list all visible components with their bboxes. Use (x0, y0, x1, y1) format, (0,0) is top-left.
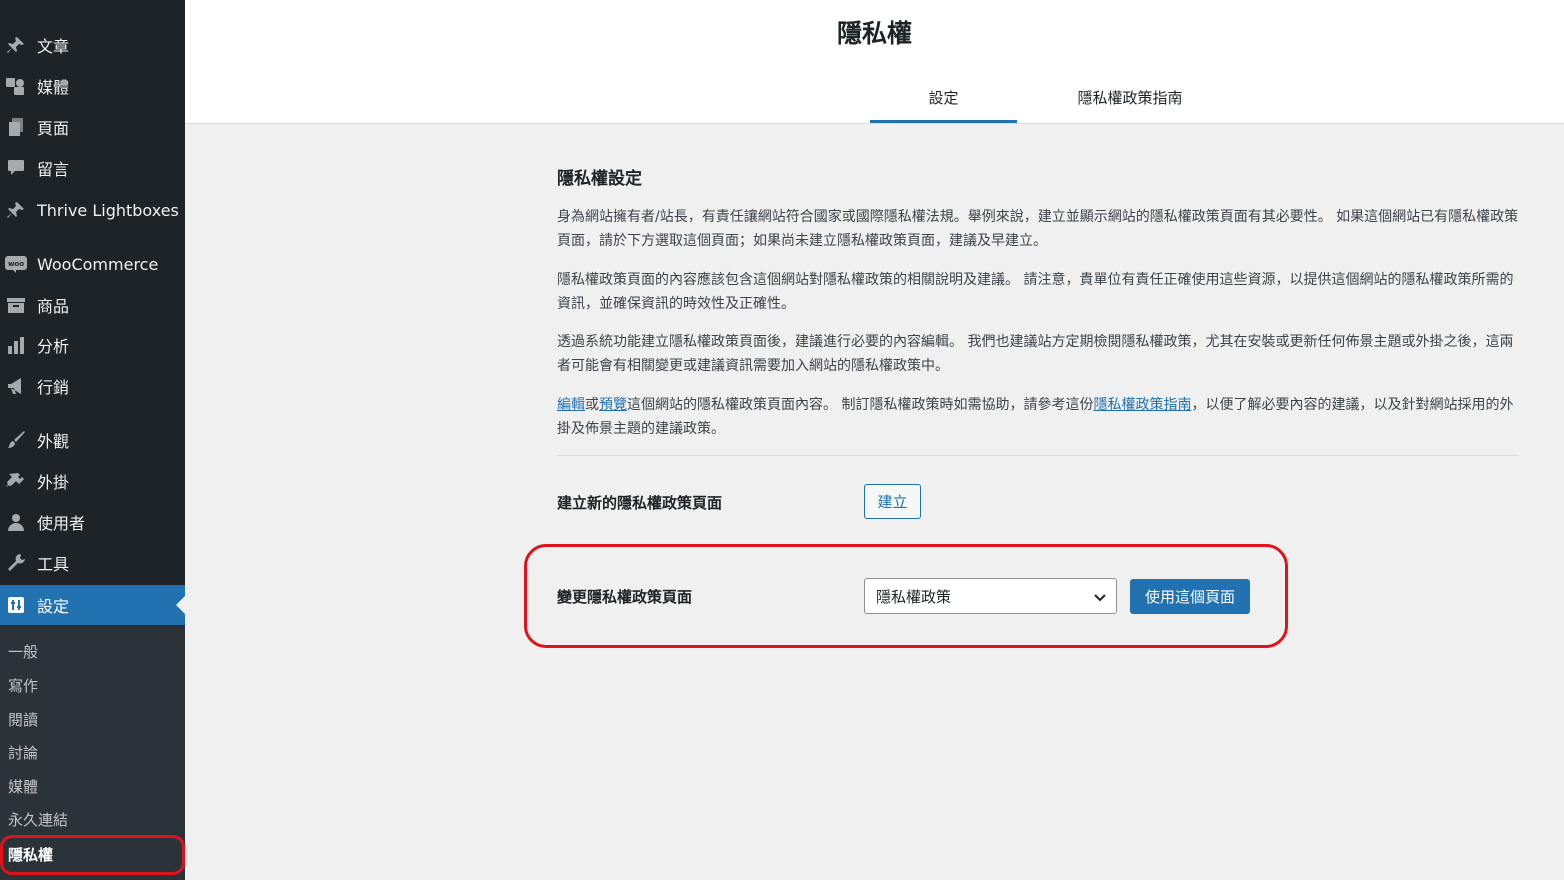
submenu-item-media[interactable]: 媒體 (0, 771, 185, 801)
megaphone-icon (3, 375, 29, 397)
create-policy-label: 建立新的隱私權政策頁面 (557, 494, 723, 512)
or-text: 或 (585, 397, 599, 413)
menu-item-woocommerce[interactable]: woo WooCommerce (0, 244, 185, 284)
menu-item-appearance[interactable]: 外觀 (0, 420, 185, 460)
comment-icon (3, 157, 29, 179)
menu-label: 留言 (37, 160, 70, 179)
menu-label: 分析 (37, 337, 70, 356)
preview-link[interactable]: 預覽 (599, 397, 627, 413)
menu-label: 商品 (37, 297, 70, 316)
menu-label: 使用者 (37, 514, 86, 533)
admin-sidebar: 文章 媒體 頁面 留言 Thrive Lightboxes woo WooCom… (0, 0, 185, 880)
change-policy-label: 變更隱私權政策頁面 (557, 588, 693, 606)
svg-text:woo: woo (8, 260, 24, 268)
submenu-item-discussion[interactable]: 討論 (0, 737, 185, 767)
menu-label: Thrive Lightboxes (37, 200, 179, 220)
page-icon (3, 116, 29, 138)
plugin-icon (3, 470, 29, 492)
intro-paragraph: 身為網站擁有者/站長，有責任讓網站符合國家或國際隱私權法規。舉例來說，建立並顯示… (557, 209, 1519, 249)
menu-item-posts[interactable]: 文章 (0, 25, 185, 65)
menu-label: 文章 (37, 37, 70, 56)
settings-icon (3, 594, 29, 616)
create-button[interactable]: 建立 (864, 484, 921, 519)
divider (557, 455, 1519, 456)
menu-label: 設定 (37, 597, 70, 616)
use-this-page-button[interactable]: 使用這個頁面 (1130, 579, 1250, 614)
section-title: 隱私權設定 (557, 169, 642, 189)
menu-item-analytics[interactable]: 分析 (0, 325, 185, 365)
woocommerce-icon: woo (3, 253, 29, 275)
links-paragraph: 編輯或預覽這個網站的隱私權政策頁面內容。 制訂隱私權政策時如需協助，請參考這份隱… (557, 393, 1519, 441)
pushpin-icon (3, 34, 29, 56)
user-icon (3, 511, 29, 533)
bar-chart-icon (3, 334, 29, 356)
media-icon (3, 75, 29, 97)
menu-item-pages[interactable]: 頁面 (0, 107, 185, 147)
page-header: 隱私權 設定 隱私權政策指南 (185, 0, 1564, 124)
policy-page-select[interactable]: 隱私權政策 (864, 578, 1117, 614)
menu-item-products[interactable]: 商品 (0, 285, 185, 325)
menu-item-thrive-lightboxes[interactable]: Thrive Lightboxes (0, 190, 185, 230)
menu-label: WooCommerce (37, 254, 159, 274)
tab-privacy-policy-guide[interactable]: 隱私權政策指南 (1065, 72, 1195, 123)
menu-label: 媒體 (37, 78, 70, 97)
menu-item-comments[interactable]: 留言 (0, 148, 185, 188)
submenu-item-permalinks[interactable]: 永久連結 (0, 804, 185, 834)
submenu-item-writing[interactable]: 寫作 (0, 670, 185, 700)
menu-label: 外觀 (37, 432, 70, 451)
menu-item-tools[interactable]: 工具 (0, 543, 185, 583)
select-value: 隱私權政策 (876, 587, 952, 606)
archive-icon (3, 294, 29, 316)
chevron-down-icon (1094, 594, 1106, 602)
content-paragraph: 隱私權政策頁面的內容應該包含這個網站對隱私權政策的相關說明及建議。 請注意，貴單… (557, 272, 1514, 312)
editing-paragraph: 透過系統功能建立隱私權政策頁面後，建議進行必要的內容編輯。 我們也建議站方定期檢… (557, 334, 1514, 374)
submenu-item-reading[interactable]: 閱讀 (0, 704, 185, 734)
links-text-1: 這個網站的隱私權政策頁面內容。 制訂隱私權政策時如需協助，請參考這份 (627, 397, 1094, 413)
submenu-item-general[interactable]: 一般 (0, 636, 185, 666)
paintbrush-icon (3, 429, 29, 451)
menu-item-users[interactable]: 使用者 (0, 502, 185, 542)
menu-item-marketing[interactable]: 行銷 (0, 366, 185, 406)
menu-label: 工具 (37, 555, 70, 574)
menu-item-settings[interactable]: 設定 (0, 585, 185, 625)
menu-label: 頁面 (37, 119, 70, 138)
tab-settings[interactable]: 設定 (870, 72, 1017, 123)
privacy-guide-link[interactable]: 隱私權政策指南 (1093, 397, 1191, 413)
menu-label: 外掛 (37, 473, 70, 492)
wrench-icon (3, 552, 29, 574)
page-title: 隱私權 (836, 19, 912, 48)
edit-link[interactable]: 編輯 (557, 397, 585, 413)
submenu-item-privacy[interactable]: 隱私權 (0, 839, 185, 869)
pushpin-icon (3, 199, 29, 221)
menu-item-plugins[interactable]: 外掛 (0, 461, 185, 501)
menu-item-media[interactable]: 媒體 (0, 66, 185, 106)
menu-label: 行銷 (37, 378, 70, 397)
